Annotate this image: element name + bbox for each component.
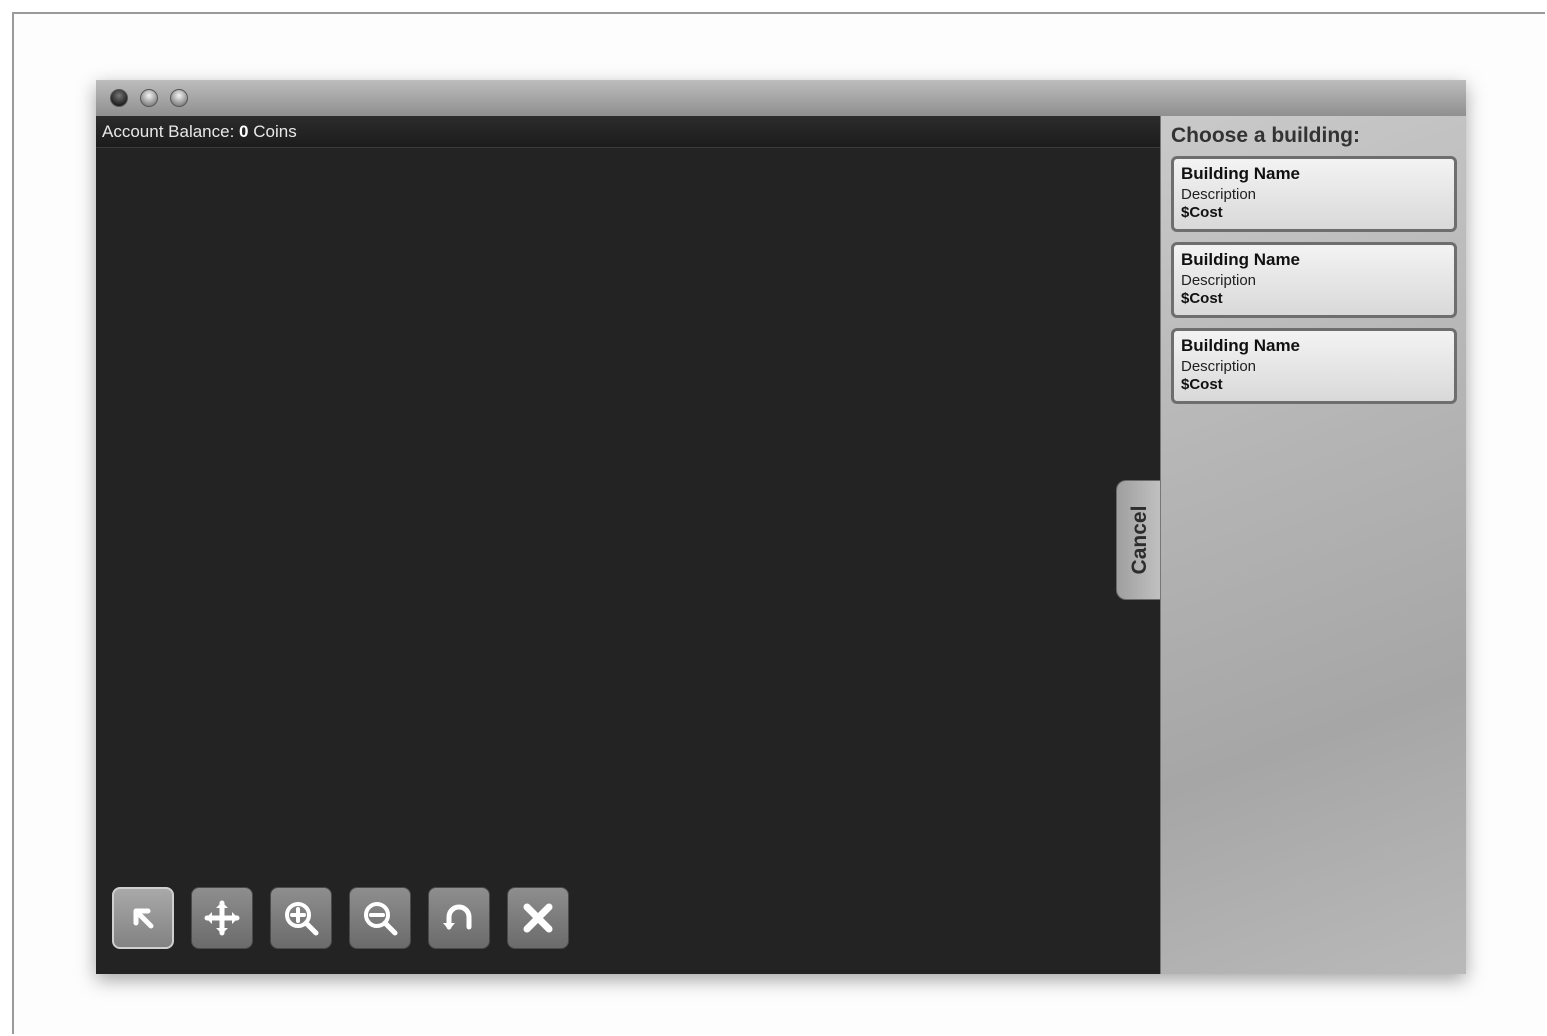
move-icon: [204, 900, 240, 936]
building-description: Description: [1181, 272, 1257, 289]
page: Account Balance: 0 Coins Cancel Choose a…: [0, 0, 1547, 1036]
building-cost: $Cost: [1181, 290, 1223, 307]
building-description: Description: [1181, 358, 1257, 375]
rotate-icon: [443, 904, 472, 930]
cancel-label: Cancel: [1127, 505, 1151, 575]
building-name: Building Name: [1181, 250, 1301, 269]
building-cost: $Cost: [1181, 376, 1223, 393]
delete-icon: [523, 903, 553, 933]
zoom-out-icon: [364, 902, 398, 936]
account-balance-bar: Account Balance: 0 Coins: [96, 116, 1160, 148]
minimize-window-button[interactable]: [140, 89, 158, 107]
select-tool-button[interactable]: [112, 887, 174, 949]
close-window-button[interactable]: [110, 89, 128, 107]
rotate-button[interactable]: [428, 887, 490, 949]
building-sidebar: Choose a building: Building Name Descrip…: [1160, 116, 1466, 974]
balance-value: 0: [239, 122, 249, 141]
building-cost: $Cost: [1181, 204, 1223, 221]
building-name: Building Name: [1181, 336, 1301, 355]
building-description: Description: [1181, 186, 1257, 203]
maximize-window-button[interactable]: [170, 89, 188, 107]
title-bar[interactable]: [96, 80, 1466, 116]
zoom-in-icon: [285, 902, 319, 936]
move-tool-button[interactable]: [191, 887, 253, 949]
sidebar-title: Choose a building:: [1171, 124, 1360, 147]
cancel-tab-button[interactable]: Cancel: [1116, 480, 1162, 600]
app-window: Account Balance: 0 Coins Cancel Choose a…: [96, 80, 1466, 974]
game-canvas[interactable]: Account Balance: 0 Coins: [96, 116, 1160, 974]
building-card[interactable]: Building Name Description $Cost: [1171, 328, 1457, 404]
select-arrow-icon: [133, 908, 154, 929]
balance-label: Account Balance:: [102, 122, 235, 141]
delete-button[interactable]: [507, 887, 569, 949]
building-name: Building Name: [1181, 164, 1301, 183]
building-card[interactable]: Building Name Description $Cost: [1171, 242, 1457, 318]
zoom-out-button[interactable]: [349, 887, 411, 949]
zoom-in-button[interactable]: [270, 887, 332, 949]
building-card[interactable]: Building Name Description $Cost: [1171, 156, 1457, 232]
balance-unit: Coins: [253, 122, 297, 141]
